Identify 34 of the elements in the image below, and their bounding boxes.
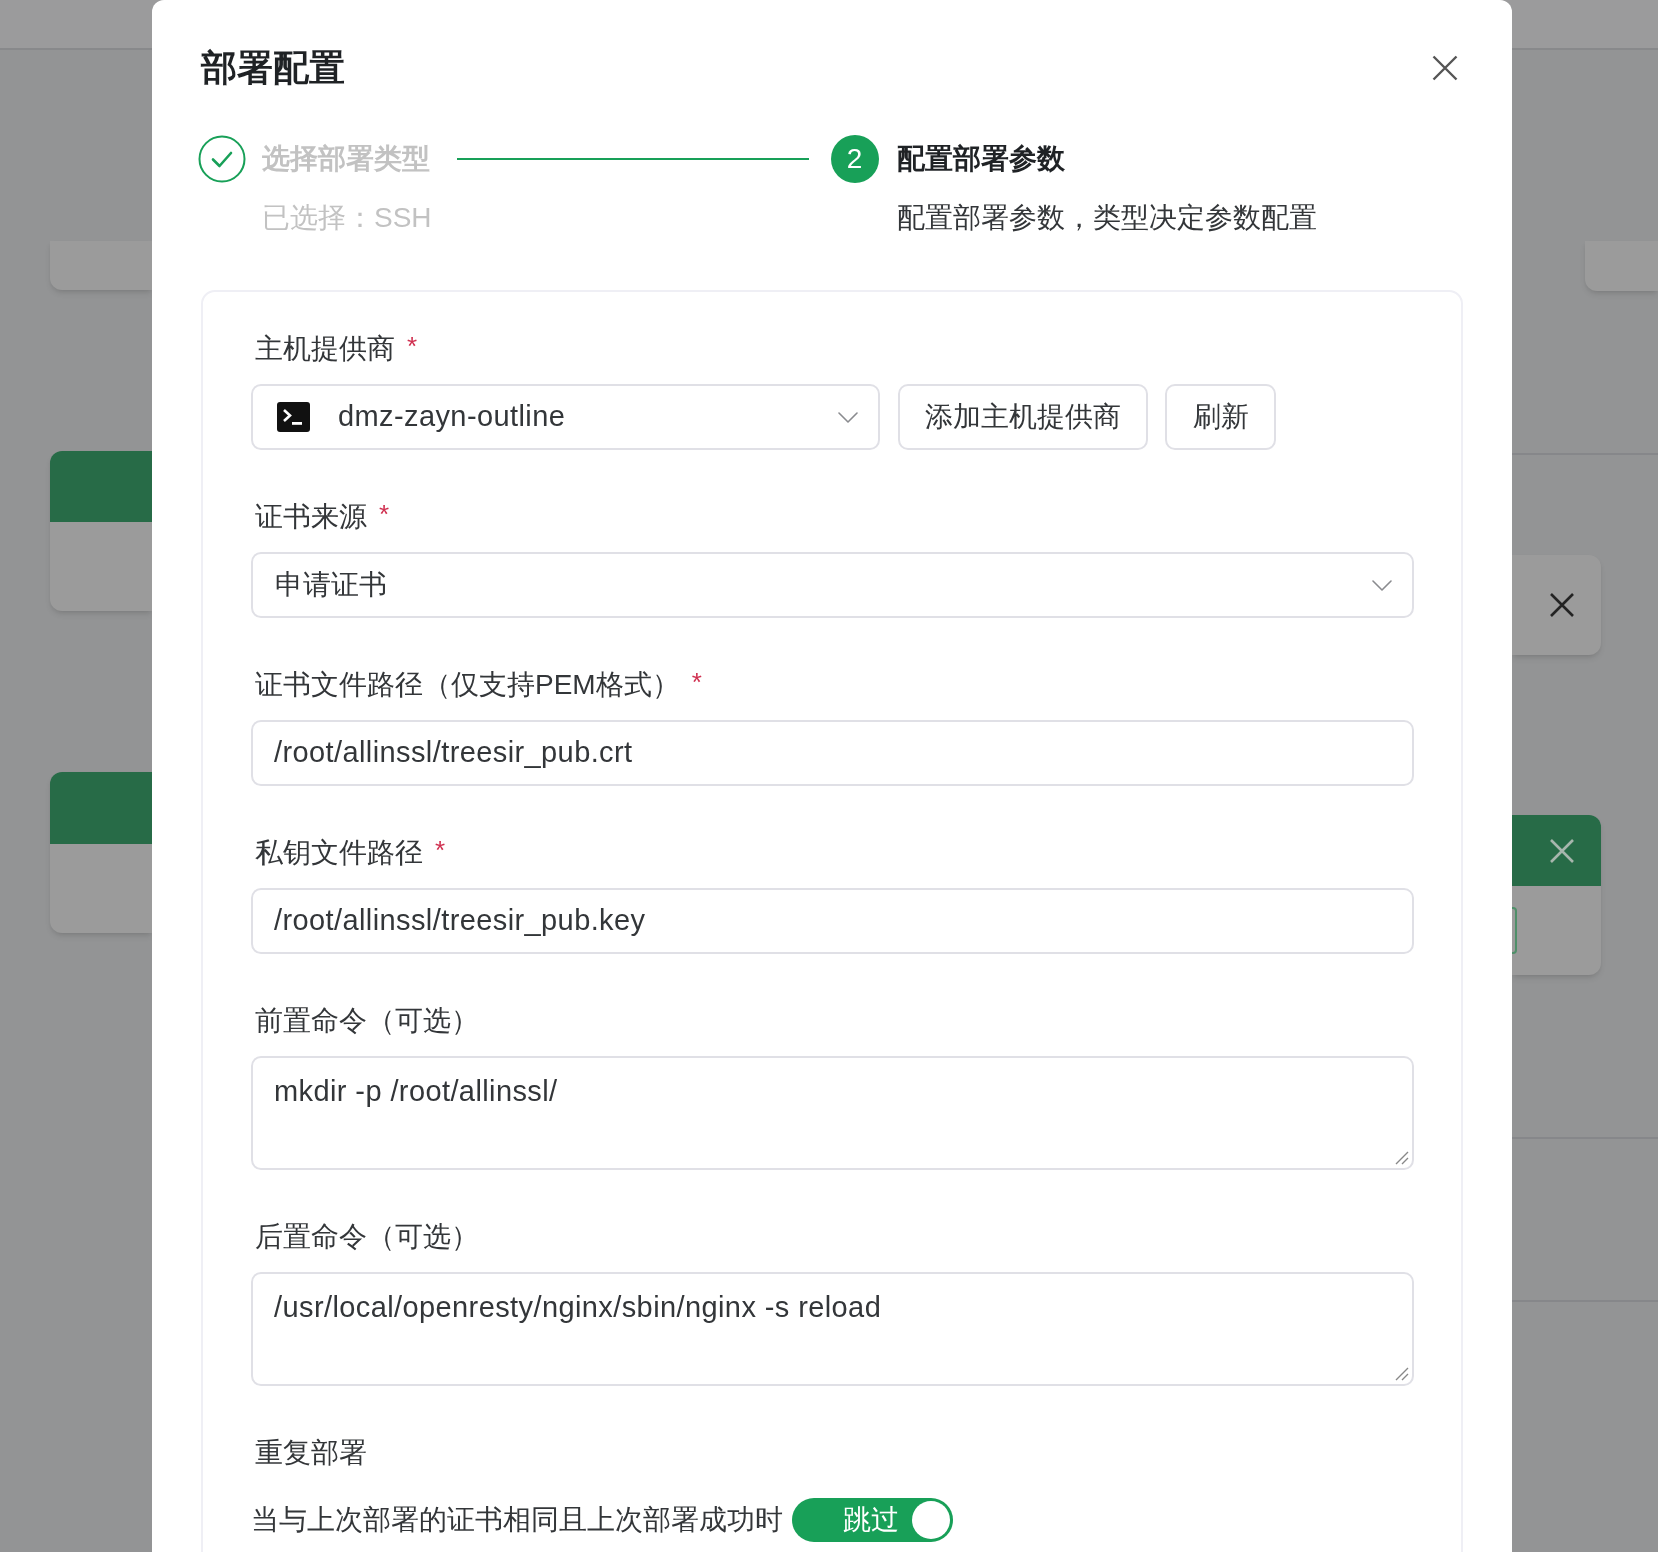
text-input[interactable]: /root/allinssl/treesir_pub.crt [251,720,1414,786]
select-field[interactable]: 申请证书 [251,552,1414,618]
switch-description: 当与上次部署的证书相同且上次部署成功时 [251,1503,783,1537]
required-mark: * [407,331,418,361]
field-label: 私钥文件路径 [255,836,423,870]
required-mark: * [691,667,702,697]
step-title: 选择部署类型 [262,142,431,176]
step-description: 配置部署参数，类型决定参数配置 [896,201,1317,235]
resize-handle-icon[interactable] [1395,1151,1409,1165]
field-label: 后置命令（可选） [255,1220,479,1254]
field-label: 证书文件路径（仅支持PEM格式） [255,668,680,702]
step-title: 配置部署参数 [896,142,1066,176]
field-label: 前置命令（可选） [255,1004,479,1038]
step-description: 已选择：SSH [262,201,432,235]
terminal-icon [277,402,310,432]
step-number: 2 [830,135,879,183]
textarea-field[interactable]: /usr/local/openresty/nginx/sbin/nginx -s reload [251,1272,1414,1386]
resize-handle-icon[interactable] [1395,1367,1409,1381]
close-icon [1549,592,1575,618]
dialog-title: 部署配置 [201,46,345,90]
close-icon[interactable] [1432,55,1458,81]
refresh-button[interactable]: 刷新 [1165,384,1276,450]
select-field[interactable]: dmz-zayn-outline [251,384,880,450]
required-mark: * [435,835,446,865]
required-mark: * [379,499,390,529]
chevron-down-icon [838,411,858,423]
text-input[interactable]: /root/allinssl/treesir_pub.key [251,888,1414,954]
chevron-down-icon [1372,579,1392,591]
textarea-field[interactable]: mkdir -p /root/allinssl/ [251,1056,1414,1170]
field-label: 证书来源 [255,500,367,534]
add-provider-button[interactable]: 添加主机提供商 [898,384,1148,450]
field-label: 重复部署 [255,1436,367,1470]
field-label: 主机提供商 [255,332,395,366]
close-icon [1549,837,1575,864]
